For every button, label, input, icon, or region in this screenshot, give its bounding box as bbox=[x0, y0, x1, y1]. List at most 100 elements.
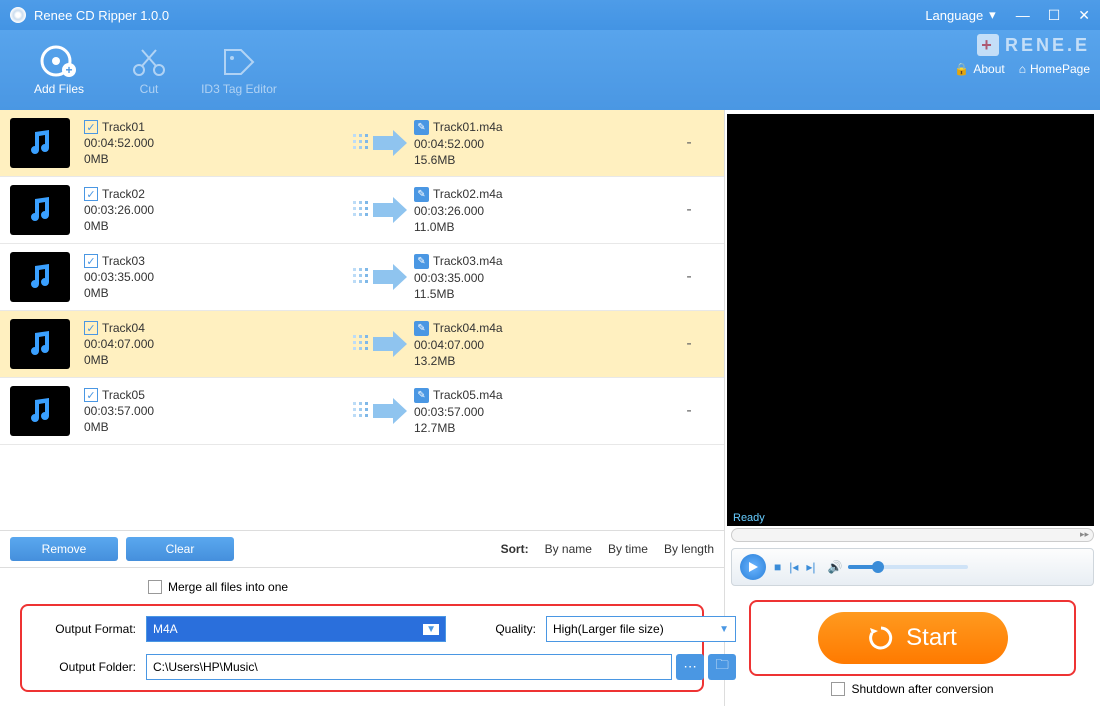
about-link[interactable]: 🔒About bbox=[954, 62, 1004, 76]
arrow-icon bbox=[344, 128, 414, 158]
output-format-label: Output Format: bbox=[36, 622, 136, 636]
id3-editor-button[interactable]: ID3 Tag Editor bbox=[194, 44, 284, 96]
track-duration: 00:03:57.000 bbox=[84, 404, 344, 418]
track-row[interactable]: ✓Track0400:04:07.0000MB✎Track04.m4a00:04… bbox=[0, 311, 724, 378]
preview-pane bbox=[727, 114, 1094, 510]
track-thumbnail bbox=[10, 252, 70, 302]
shutdown-checkbox[interactable] bbox=[831, 682, 845, 696]
player-controls: ■ |◂ ▸| 🔊 bbox=[731, 548, 1094, 586]
output-settings: Output Format: M4A▼ Quality: High(Larger… bbox=[20, 604, 704, 692]
sort-by-length[interactable]: By length bbox=[664, 542, 714, 556]
sort-by-name[interactable]: By name bbox=[545, 542, 592, 556]
output-name: Track02.m4a bbox=[433, 187, 503, 201]
output-size: 15.6MB bbox=[414, 153, 674, 167]
track-checkbox[interactable]: ✓ bbox=[84, 321, 98, 335]
quality-label: Quality: bbox=[456, 622, 536, 636]
edit-icon[interactable]: ✎ bbox=[414, 388, 429, 403]
title-bar: Renee CD Ripper 1.0.0 Language ▾ — ☐ ✕ bbox=[0, 0, 1100, 30]
chevron-down-icon: ▼ bbox=[423, 624, 439, 635]
track-size: 0MB bbox=[84, 219, 344, 233]
merge-label: Merge all files into one bbox=[168, 580, 288, 594]
track-row[interactable]: ✓ Track05 00:03:57.000 0MB ✎ Track05.m4a 00:03… bbox=[0, 378, 724, 445]
track-row[interactable]: ✓ Track02 00:03:26.000 0MB ✎ Track02.m4a 00:03… bbox=[0, 177, 724, 244]
dots-icon: ⋯ bbox=[683, 659, 696, 675]
track-name: Track02 bbox=[102, 187, 145, 201]
merge-checkbox[interactable] bbox=[148, 580, 162, 594]
edit-icon[interactable]: ✎ bbox=[414, 254, 429, 269]
track-duration: 00:04:52.000 bbox=[84, 136, 344, 150]
svg-text:+: + bbox=[65, 63, 72, 77]
cut-button[interactable]: Cut bbox=[104, 44, 194, 96]
output-duration: 00:04:07.000 bbox=[414, 338, 674, 352]
output-size: 11.5MB bbox=[414, 287, 674, 301]
output-duration: 00:03:35.000 bbox=[414, 271, 674, 285]
tag-icon bbox=[219, 44, 259, 78]
track-row[interactable]: ✓Track0100:04:52.0000MB✎Track01.m4a00:04… bbox=[0, 110, 724, 177]
output-format-dropdown[interactable]: M4A▼ bbox=[146, 616, 446, 642]
track-duration: 00:04:07.000 bbox=[84, 337, 344, 351]
track-checkbox[interactable]: ✓ bbox=[84, 120, 98, 134]
play-button[interactable] bbox=[740, 554, 766, 580]
output-folder-label: Output Folder: bbox=[36, 660, 136, 674]
output-name: Track04.m4a bbox=[433, 321, 503, 335]
arrow-icon bbox=[344, 329, 414, 359]
progress-bar[interactable]: ▸▸ bbox=[731, 528, 1094, 542]
edit-icon[interactable]: ✎ bbox=[414, 120, 429, 135]
track-duration: 00:03:35.000 bbox=[84, 270, 344, 284]
minimize-button[interactable]: — bbox=[1016, 7, 1030, 24]
brand-logo: +RENE.E bbox=[977, 34, 1090, 56]
track-checkbox[interactable]: ✓ bbox=[84, 254, 98, 268]
track-row[interactable]: ✓Track0300:03:35.0000MB✎Track03.m4a00:03… bbox=[0, 244, 724, 311]
track-status: - bbox=[674, 201, 704, 219]
output-size: 12.7MB bbox=[414, 421, 674, 435]
app-title: Renee CD Ripper 1.0.0 bbox=[34, 8, 169, 23]
edit-icon[interactable]: ✎ bbox=[414, 187, 429, 202]
track-name: Track03 bbox=[102, 254, 145, 268]
prev-button[interactable]: |◂ bbox=[789, 560, 798, 574]
track-duration: 00:03:26.000 bbox=[84, 203, 344, 217]
track-checkbox[interactable]: ✓ bbox=[84, 187, 98, 201]
start-button[interactable]: Start bbox=[818, 612, 1008, 664]
shutdown-label: Shutdown after conversion bbox=[851, 682, 993, 696]
volume-slider[interactable] bbox=[848, 565, 968, 569]
homepage-link[interactable]: ⌂HomePage bbox=[1019, 62, 1090, 76]
add-files-button[interactable]: + Add Files bbox=[14, 44, 104, 96]
close-button[interactable]: ✕ bbox=[1078, 7, 1090, 24]
output-duration: 00:03:26.000 bbox=[414, 204, 674, 218]
chevron-down-icon: ▼ bbox=[719, 624, 729, 635]
track-list[interactable]: ✓Track0100:04:52.0000MB✎Track01.m4a00:04… bbox=[0, 110, 724, 530]
sort-label: Sort: bbox=[501, 542, 529, 556]
output-name: Track03.m4a bbox=[433, 254, 503, 268]
next-button[interactable]: ▸| bbox=[806, 560, 815, 574]
track-status: - bbox=[674, 268, 704, 286]
clear-button[interactable]: Clear bbox=[126, 537, 234, 561]
maximize-button[interactable]: ☐ bbox=[1048, 7, 1061, 24]
remove-button[interactable]: Remove bbox=[10, 537, 118, 561]
output-size: 13.2MB bbox=[414, 354, 674, 368]
home-icon: ⌂ bbox=[1019, 62, 1026, 76]
lock-icon: 🔒 bbox=[954, 62, 969, 76]
track-name: Track05 bbox=[102, 388, 145, 402]
disc-plus-icon: + bbox=[39, 44, 79, 78]
language-menu[interactable]: Language ▾ bbox=[925, 7, 995, 23]
arrow-icon bbox=[344, 195, 414, 225]
fast-forward-icon: ▸▸ bbox=[1080, 529, 1089, 540]
track-checkbox[interactable]: ✓ bbox=[84, 388, 98, 402]
track-thumbnail bbox=[10, 118, 70, 168]
arrow-icon bbox=[344, 396, 414, 426]
track-status: - bbox=[674, 402, 704, 420]
output-name: Track05.m4a bbox=[433, 388, 503, 402]
volume-icon[interactable]: 🔊 bbox=[828, 560, 843, 574]
refresh-icon bbox=[868, 625, 894, 651]
track-name: Track01 bbox=[102, 120, 145, 134]
quality-dropdown[interactable]: High(Larger file size)▼ bbox=[546, 616, 736, 642]
edit-icon[interactable]: ✎ bbox=[414, 321, 429, 336]
status-text: Ready bbox=[727, 510, 1094, 526]
stop-button[interactable]: ■ bbox=[774, 560, 781, 574]
sort-by-time[interactable]: By time bbox=[608, 542, 648, 556]
more-button[interactable]: ⋯ bbox=[676, 654, 704, 680]
output-folder-input[interactable] bbox=[146, 654, 672, 680]
track-size: 0MB bbox=[84, 420, 344, 434]
output-duration: 00:03:57.000 bbox=[414, 405, 674, 419]
track-status: - bbox=[674, 134, 704, 152]
